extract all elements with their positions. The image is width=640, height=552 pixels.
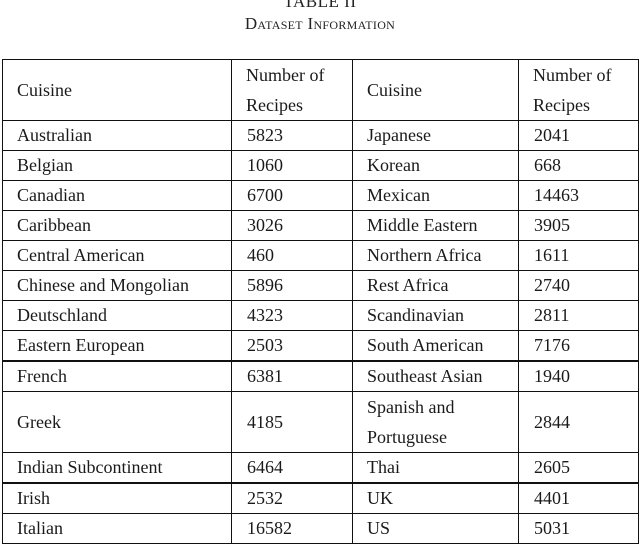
cuisine-cell: Japanese <box>352 120 519 151</box>
recipe-count-cell: 2503 <box>231 330 353 362</box>
recipe-count-cell: 2811 <box>518 300 639 331</box>
cuisine-cell: Spanish and Portuguese <box>352 391 519 453</box>
table-row: Chinese and Mongolian 5896 Rest Africa 2… <box>2 270 639 301</box>
cuisine-cell: Southeast Asian <box>352 360 519 392</box>
table-caption-label: TABLE II <box>283 0 357 11</box>
cuisine-cell: Irish <box>2 482 232 514</box>
table-row: Belgian 1060 Korean 668 <box>2 150 639 181</box>
table-row: Central American 460 Northern Africa 161… <box>2 240 639 271</box>
cuisine-cell: Korean <box>352 150 519 181</box>
table-row: Italian 16582 US 5031 <box>2 513 639 544</box>
cuisine-cell: Scandinavian <box>352 300 519 331</box>
table-row: Deutschland 4323 Scandinavian 2811 <box>2 300 639 331</box>
cuisine-cell: French <box>2 360 232 392</box>
recipe-count-cell: 2532 <box>231 482 353 514</box>
recipe-count-cell: 1940 <box>518 360 639 392</box>
cuisine-cell: Mexican <box>352 180 519 211</box>
cuisine-cell: Belgian <box>2 150 232 181</box>
recipe-count-cell: 5896 <box>231 270 353 301</box>
recipe-count-cell: 4323 <box>231 300 353 331</box>
recipe-count-cell: 6700 <box>231 180 353 211</box>
recipe-count-cell: 7176 <box>518 330 639 362</box>
recipe-count-cell: 5823 <box>231 120 353 151</box>
table-row: Irish 2532 UK 4401 <box>2 482 639 514</box>
table-row: Indian Subcontinent 6464 Thai 2605 <box>2 452 639 484</box>
header-count-right: Number of Recipes <box>518 59 639 121</box>
recipe-count-cell: 460 <box>231 240 353 271</box>
cuisine-cell: Eastern European <box>2 330 232 362</box>
recipe-count-cell: 4185 <box>231 391 353 453</box>
recipe-count-cell: 2605 <box>518 452 639 484</box>
recipe-count-cell: 2740 <box>518 270 639 301</box>
table-row: Canadian 6700 Mexican 14463 <box>2 180 639 211</box>
cuisine-cell: Canadian <box>2 180 232 211</box>
header-count-left: Number of Recipes <box>231 59 353 121</box>
table-row: Eastern European 2503 South American 717… <box>2 330 639 362</box>
cuisine-cell: Caribbean <box>2 210 232 241</box>
header-cuisine-left: Cuisine <box>2 59 232 121</box>
recipe-count-cell: 6381 <box>231 360 353 392</box>
recipe-count-cell: 14463 <box>518 180 639 211</box>
cuisine-cell: South American <box>352 330 519 362</box>
cuisine-cell: Italian <box>2 513 232 544</box>
recipe-count-cell: 2844 <box>518 391 639 453</box>
cuisine-cell: Northern Africa <box>352 240 519 271</box>
recipe-count-cell: 6464 <box>231 452 353 484</box>
cuisine-cell: Central American <box>2 240 232 271</box>
cuisine-cell: US <box>352 513 519 544</box>
recipe-count-cell: 1060 <box>231 150 353 181</box>
table-row: Caribbean 3026 Middle Eastern 3905 <box>2 210 639 241</box>
cuisine-cell: UK <box>352 482 519 514</box>
table-row: Australian 5823 Japanese 2041 <box>2 120 639 151</box>
cuisine-cell: Greek <box>2 391 232 453</box>
cuisine-cell: Deutschland <box>2 300 232 331</box>
cuisine-cell: Indian Subcontinent <box>2 452 232 484</box>
recipe-count-cell: 16582 <box>231 513 353 544</box>
recipe-count-cell: 5031 <box>518 513 639 544</box>
cuisine-cell: Thai <box>352 452 519 484</box>
table-header-row: Cuisine Number of Recipes Cuisine Number… <box>2 59 639 121</box>
table-caption-title: Dataset Information <box>244 14 396 33</box>
recipe-count-cell: 2041 <box>518 120 639 151</box>
cuisine-cell: Middle Eastern <box>352 210 519 241</box>
table-row: Greek 4185 Spanish and Portuguese 2844 <box>2 391 639 453</box>
recipe-count-cell: 3905 <box>518 210 639 241</box>
table-row: French 6381 Southeast Asian 1940 <box>2 360 639 392</box>
recipe-count-cell: 1611 <box>518 240 639 271</box>
cuisine-cell: Australian <box>2 120 232 151</box>
recipe-count-cell: 668 <box>518 150 639 181</box>
cuisine-cell: Rest Africa <box>352 270 519 301</box>
header-cuisine-right: Cuisine <box>352 59 519 121</box>
recipe-count-cell: 4401 <box>518 482 639 514</box>
dataset-table: Cuisine Number of Recipes Cuisine Number… <box>2 59 639 544</box>
cuisine-cell: Chinese and Mongolian <box>2 270 232 301</box>
recipe-count-cell: 3026 <box>231 210 353 241</box>
